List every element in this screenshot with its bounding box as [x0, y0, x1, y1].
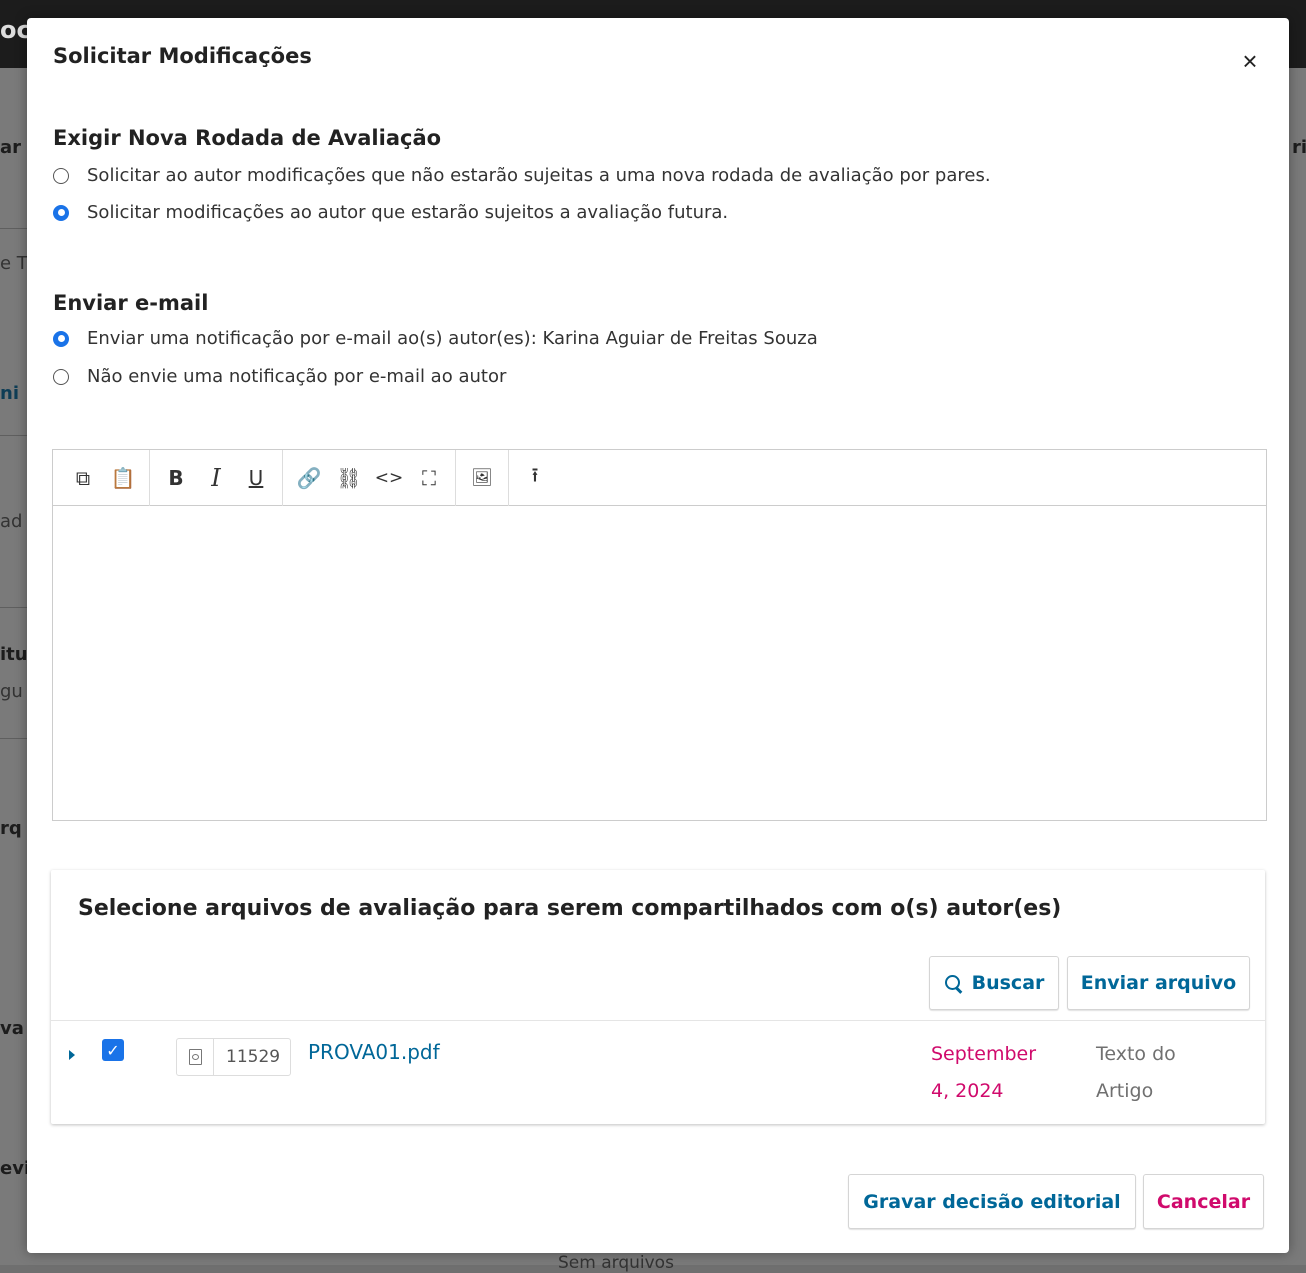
- background-fragment: ar: [0, 137, 22, 158]
- italic-icon[interactable]: I: [196, 458, 236, 498]
- file-id-badge: 11529: [176, 1038, 291, 1076]
- toolbar-group-upload: ⭱: [509, 450, 561, 506]
- background-divider: [0, 607, 28, 608]
- file-date-line: September: [931, 1043, 1037, 1065]
- option-label: Não envie uma notificação por e-mail ao …: [87, 366, 507, 387]
- review-round-option-new-review[interactable]: Solicitar modificações ao autor que esta…: [53, 202, 728, 223]
- paste-icon[interactable]: 📋: [103, 458, 143, 498]
- background-fragment: gu: [0, 681, 23, 702]
- background-fragment: Sem arquivos: [558, 1253, 674, 1273]
- fullscreen-icon[interactable]: ⛶: [409, 458, 449, 498]
- upload-icon[interactable]: ⭱: [515, 458, 555, 498]
- radio-button[interactable]: [53, 167, 69, 184]
- unlink-icon[interactable]: ⛓: [329, 458, 369, 498]
- file-type-line: Texto do: [1096, 1043, 1176, 1065]
- background-fragment: itu: [0, 644, 28, 665]
- option-label: Solicitar modificações ao autor que esta…: [87, 202, 729, 223]
- toolbar-group-media: 🖼: [456, 449, 509, 506]
- search-icon: [944, 974, 962, 992]
- toolbar-group-clipboard: ⧉ 📋: [57, 449, 150, 506]
- link-icon[interactable]: 🔗: [289, 458, 329, 498]
- toolbar-group-format: B I U: [150, 449, 283, 506]
- background-fragment: va: [0, 1018, 24, 1039]
- email-option-skip[interactable]: Não envie uma notificação por e-mail ao …: [53, 366, 506, 387]
- radio-button[interactable]: [53, 368, 69, 385]
- radio-button-selected[interactable]: [53, 204, 69, 221]
- code-icon[interactable]: <>: [369, 458, 409, 498]
- editor-text-area[interactable]: [53, 506, 1266, 820]
- background-fragment: ni: [0, 383, 19, 404]
- review-files-panel: Selecione arquivos de avaliação para ser…: [51, 870, 1265, 1124]
- background-fragment: rq: [0, 818, 22, 839]
- underline-icon[interactable]: U: [236, 458, 276, 498]
- request-revisions-modal: Solicitar Modificações × Exigir Nova Rod…: [27, 18, 1289, 1253]
- files-panel-title: Selecione arquivos de avaliação para ser…: [78, 896, 1062, 921]
- file-checkbox[interactable]: ✓: [102, 1039, 124, 1061]
- background-fragment: e T: [0, 253, 28, 274]
- email-heading: Enviar e-mail: [53, 291, 209, 315]
- option-label: Solicitar ao autor modificações que não …: [87, 165, 991, 186]
- email-body-editor[interactable]: ⧉ 📋 B I U 🔗 ⛓ <> ⛶ 🖼 ⭱: [52, 449, 1267, 821]
- file-date-line: 4, 2024: [931, 1080, 1004, 1102]
- background-divider: [0, 435, 28, 436]
- upload-file-button[interactable]: Enviar arquivo: [1067, 956, 1250, 1010]
- modal-title: Solicitar Modificações: [53, 44, 312, 68]
- background-fragment: ri: [1292, 137, 1306, 158]
- close-button[interactable]: ×: [1237, 48, 1263, 74]
- search-button[interactable]: Buscar: [929, 956, 1059, 1010]
- bold-icon[interactable]: B: [156, 458, 196, 498]
- save-decision-button[interactable]: Gravar decisão editorial: [848, 1174, 1136, 1229]
- copy-icon[interactable]: ⧉: [63, 458, 103, 498]
- image-icon[interactable]: 🖼: [462, 458, 502, 498]
- cancel-button[interactable]: Cancelar: [1143, 1174, 1264, 1229]
- background-divider: [0, 228, 28, 229]
- background-fragment: ad: [0, 511, 23, 532]
- file-type: Texto do Artigo: [1096, 1036, 1226, 1110]
- review-round-heading: Exigir Nova Rodada de Avaliação: [53, 126, 442, 150]
- expand-row-icon[interactable]: [69, 1050, 75, 1060]
- toolbar-group-insert: 🔗 ⛓ <> ⛶: [283, 449, 456, 506]
- radio-button-selected[interactable]: [53, 330, 69, 347]
- file-type-line: Artigo: [1096, 1080, 1154, 1102]
- background-divider: [0, 738, 28, 739]
- file-row: ✓ 11529 PROVA01.pdf September 4, 2024 Te…: [51, 1021, 1265, 1124]
- file-date: September 4, 2024: [931, 1036, 1061, 1110]
- option-label: Enviar uma notificação por e-mail ao(s) …: [87, 328, 818, 349]
- pdf-file-icon: [177, 1039, 214, 1075]
- file-id: 11529: [226, 1047, 281, 1067]
- background-fragment: evi: [0, 1158, 31, 1179]
- search-button-label: Buscar: [971, 972, 1045, 994]
- review-round-option-no-review[interactable]: Solicitar ao autor modificações que não …: [53, 165, 991, 186]
- editor-toolbar: ⧉ 📋 B I U 🔗 ⛓ <> ⛶ 🖼 ⭱: [53, 449, 1266, 506]
- file-name-link[interactable]: PROVA01.pdf: [308, 1040, 440, 1064]
- email-option-send[interactable]: Enviar uma notificação por e-mail ao(s) …: [53, 328, 818, 349]
